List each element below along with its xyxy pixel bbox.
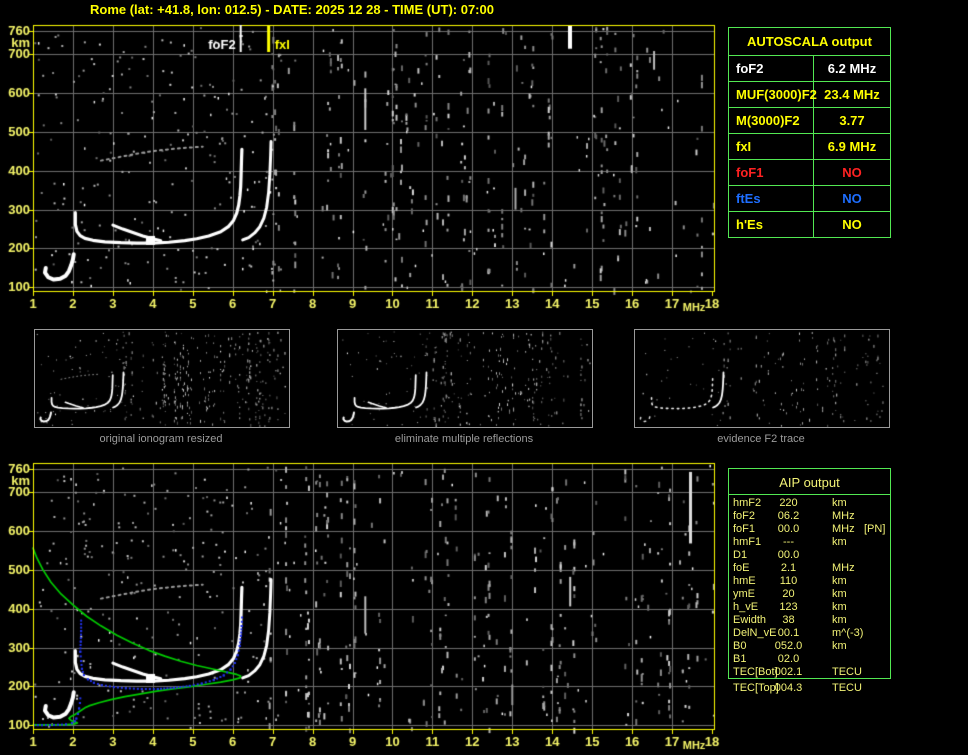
aip-row-ewidth: Ewidth 38 km xyxy=(733,614,890,626)
aip-row-fof2: foF2 06.2 MHz xyxy=(733,510,890,522)
aip-param-name: D1 xyxy=(733,549,748,561)
autoscala-row-fof2: foF2 6.2 MHz xyxy=(729,56,890,82)
aip-param-unit: km xyxy=(832,614,847,626)
aip-param-value: 00.0 xyxy=(777,549,800,561)
aip-row-h_ve: h_vE 123 km xyxy=(733,601,890,613)
autoscala-row-muf3000f2: MUF(3000)F2 23.4 MHz xyxy=(729,82,890,108)
autoscala-param-value: NO xyxy=(842,191,862,206)
autoscala-table-rows: foF2 6.2 MHz MUF(3000)F2 23.4 MHz M(3000)F2 3… xyxy=(729,56,890,237)
aip-param-name: ymE xyxy=(733,588,755,600)
aip-param-unit: MHz xyxy=(832,510,855,522)
aip-param-name: hmE xyxy=(733,575,756,587)
aip-param-extra: [PN] xyxy=(864,523,886,535)
autoscala-table-header: AUTOSCALA output xyxy=(729,28,890,56)
aip-row-b0: B0 052.0 km xyxy=(733,640,890,652)
autoscala-output-table: AUTOSCALA output foF2 6.2 MHz MUF(3000)F2 2… xyxy=(728,27,891,238)
aip-row-deln_ve: DelN_vE 00.1 m^(-3) xyxy=(733,627,890,639)
aip-header-divider xyxy=(729,494,890,495)
autoscala-param-value: 23.4 MHz xyxy=(824,87,880,102)
aip-row-b1: B1 02.0 xyxy=(733,653,890,665)
aip-param-value: 002.1 xyxy=(774,666,803,678)
aip-param-name: hmF1 xyxy=(733,536,762,548)
aip-row-d1: D1 00.0 xyxy=(733,549,890,561)
aip-param-unit: km xyxy=(832,575,847,587)
bottom-ionogram-profile-plot xyxy=(0,456,720,754)
aip-param-value: 38 xyxy=(782,614,795,626)
autoscala-screen: { "title": "Rome (lat: +41.8, lon: 012.5… xyxy=(0,0,968,755)
aip-param-unit: km xyxy=(832,601,847,613)
aip-row-yme: ymE 20 km xyxy=(733,588,890,600)
aip-param-value: 220 xyxy=(779,497,798,509)
aip-param-name: foE xyxy=(733,562,750,574)
top-ionogram-plot xyxy=(0,18,720,316)
autoscala-param-value: 6.2 MHz xyxy=(827,61,877,76)
autoscala-param-label: fxI xyxy=(729,134,814,159)
aip-param-unit: TECU xyxy=(832,666,862,678)
autoscala-row-fof1: foF1 NO xyxy=(729,160,890,186)
autoscala-row-fxi: fxI 6.9 MHz xyxy=(729,134,890,160)
thumbnail-caption-original: original ionogram resized xyxy=(99,433,223,445)
aip-param-unit: m^(-3) xyxy=(832,627,864,639)
autoscala-param-value: NO xyxy=(842,165,862,180)
autoscala-row-ftes: ftEs NO xyxy=(729,186,890,212)
aip-param-value: 20 xyxy=(782,588,795,600)
aip-param-name: B0 xyxy=(733,640,747,652)
aip-param-value: 004.3 xyxy=(774,682,803,694)
autoscala-param-value: 6.9 MHz xyxy=(827,139,877,154)
aip-row-tecbot: TEC[Bot] 002.1 TECU xyxy=(733,666,890,678)
aip-row-hmf2: hmF2 220 km xyxy=(733,497,890,509)
page-title: Rome (lat: +41.8, lon: 012.5) - DATE: 20… xyxy=(90,2,494,17)
aip-param-name: B1 xyxy=(733,653,747,665)
autoscala-row-hes: h'Es NO xyxy=(729,212,890,237)
aip-param-unit: km xyxy=(832,588,847,600)
autoscala-param-label: foF1 xyxy=(729,160,814,185)
aip-param-unit: MHz xyxy=(832,523,855,535)
autoscala-param-label: foF2 xyxy=(729,56,814,81)
aip-row-foe: foE 2.1 MHz xyxy=(733,562,890,574)
autoscala-row-m3000f2: M(3000)F2 3.77 xyxy=(729,108,890,134)
aip-param-name: foF2 xyxy=(733,510,756,522)
thumbnail-original-ionogram xyxy=(34,329,290,428)
aip-param-name: foF1 xyxy=(733,523,756,535)
aip-param-value: 123 xyxy=(779,601,798,613)
aip-param-value: 2.1 xyxy=(780,562,797,574)
aip-param-unit: MHz xyxy=(832,562,855,574)
thumbnail-eliminate-reflections xyxy=(337,329,593,428)
aip-param-value: 00.0 xyxy=(777,523,800,535)
aip-param-value: 06.2 xyxy=(777,510,800,522)
autoscala-param-value: 3.77 xyxy=(839,113,865,128)
aip-row-fof1: foF1 00.0 MHz [PN] xyxy=(733,523,890,535)
aip-param-unit: TECU xyxy=(832,682,862,694)
aip-param-unit: km xyxy=(832,640,847,652)
aip-param-name: Ewidth xyxy=(733,614,767,626)
aip-table-header: AIP output xyxy=(779,475,840,490)
aip-row-tectop: TEC[Top] 004.3 TECU xyxy=(733,682,890,694)
aip-param-value: 110 xyxy=(779,575,798,587)
aip-param-value: 052.0 xyxy=(774,640,803,652)
thumbnail-evidence-f2-trace xyxy=(634,329,890,428)
autoscala-param-label: h'Es xyxy=(729,212,814,237)
aip-param-value: 02.0 xyxy=(777,653,800,665)
autoscala-param-label: MUF(3000)F2 xyxy=(729,82,817,107)
aip-output-table: AIP output hmF2 220 km foF2 06.2 MHz foF1 00.0 M… xyxy=(728,468,891,713)
autoscala-param-label: ftEs xyxy=(729,186,814,211)
aip-param-unit: km xyxy=(832,536,847,548)
aip-param-name: hmF2 xyxy=(733,497,762,509)
aip-param-unit: km xyxy=(832,497,847,509)
aip-row-hmf1: hmF1 --- km xyxy=(733,536,890,548)
autoscala-param-value: NO xyxy=(842,217,862,232)
thumbnail-caption-reflections: eliminate multiple reflections xyxy=(394,433,534,445)
autoscala-param-label: M(3000)F2 xyxy=(729,108,814,133)
aip-param-name: h_vE xyxy=(733,601,759,613)
aip-param-value: 00.1 xyxy=(777,627,800,639)
thumbnail-caption-f2trace: evidence F2 trace xyxy=(717,433,805,445)
aip-param-value: --- xyxy=(783,536,794,548)
aip-row-hme: hmE 110 km xyxy=(733,575,890,587)
